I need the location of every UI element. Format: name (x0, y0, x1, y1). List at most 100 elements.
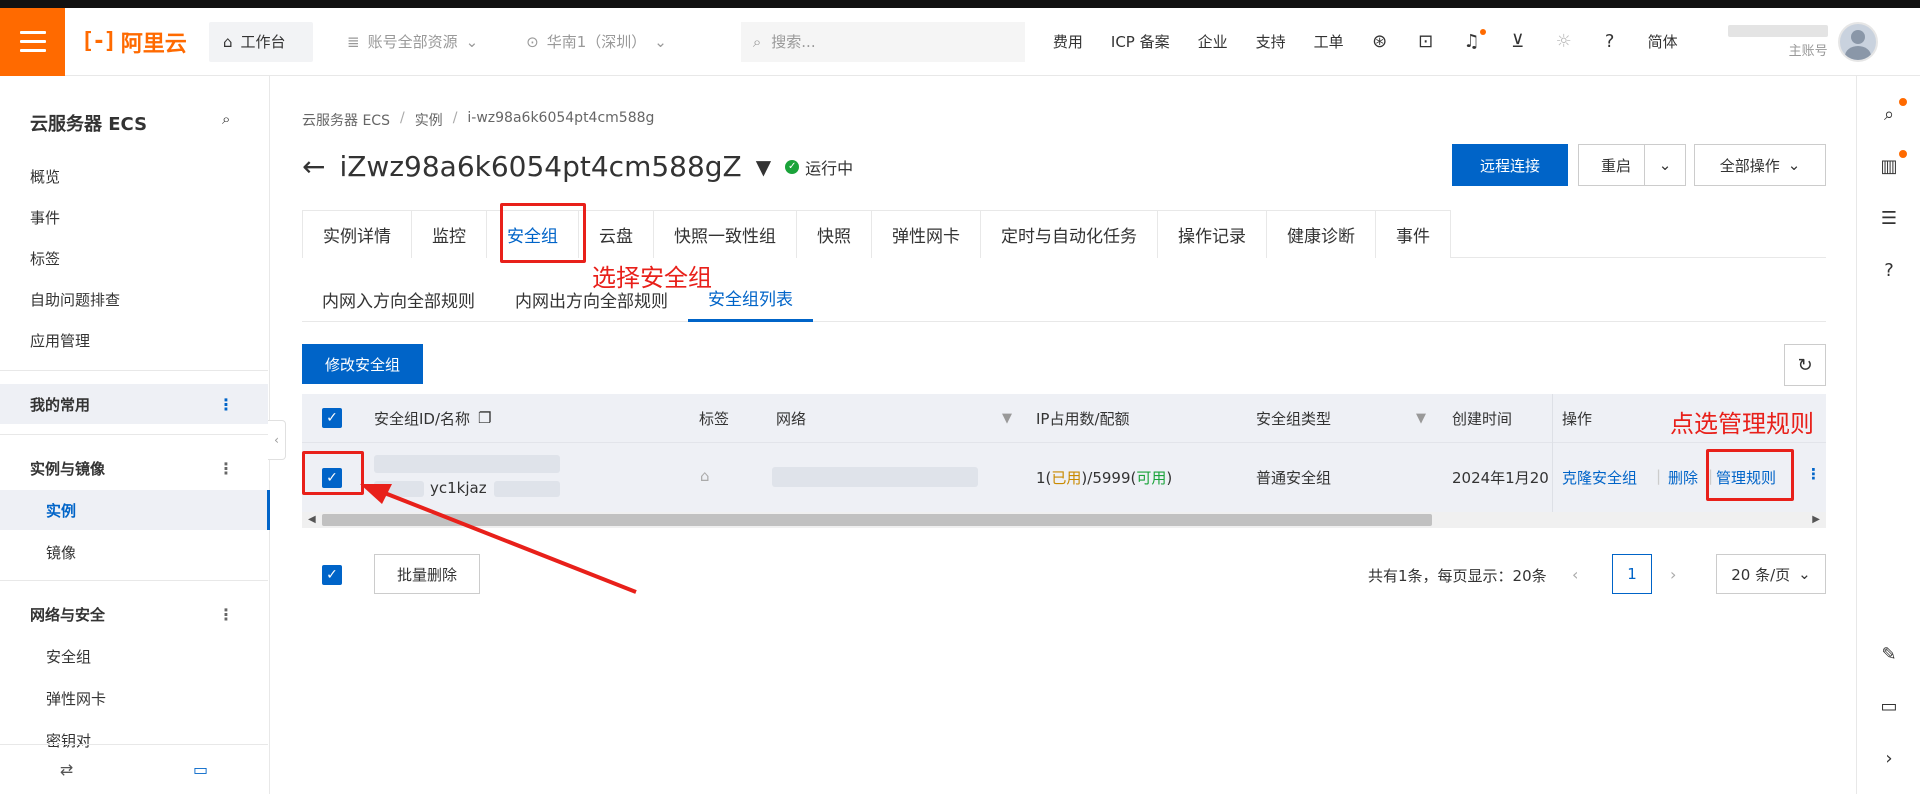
current-page-button[interactable]: 1 (1612, 554, 1652, 594)
modify-security-group-button[interactable]: 修改安全组 (302, 344, 423, 384)
link-support[interactable]: 支持 (1256, 31, 1286, 52)
terminal-icon[interactable]: ⊡ (1416, 31, 1436, 52)
workbench-button[interactable]: ⌂ 工作台 (209, 21, 313, 62)
sidebar-collapse-handle[interactable]: ‹ (268, 420, 286, 460)
filter-icon[interactable]: ▼ (1416, 411, 1426, 426)
bell-icon[interactable]: ♫ (1462, 29, 1486, 52)
help-icon[interactable]: ? (1600, 31, 1620, 52)
edit-icon[interactable]: ✎ (1877, 642, 1901, 666)
help-icon[interactable]: ? (1877, 258, 1901, 282)
footer-select-all-checkbox[interactable]: ✓ (322, 565, 342, 585)
filter-icon[interactable]: ▼ (1002, 411, 1012, 426)
book-icon[interactable]: ▥ (1877, 150, 1907, 178)
sidebar-search-icon[interactable]: ⌕ (222, 110, 230, 128)
chevron-right-icon[interactable]: › (1877, 746, 1901, 770)
tag-icon[interactable]: ⌂ (700, 467, 710, 485)
page-size-select[interactable]: 20 条/页 ⌄ (1716, 554, 1826, 594)
horizontal-scrollbar[interactable]: ◀ ▶ (302, 512, 1826, 528)
sidebar-item-app-management[interactable]: 应用管理 (30, 330, 90, 351)
account-type: 主账号 (1788, 43, 1828, 59)
sidebar-item-events[interactable]: 事件 (30, 207, 60, 228)
annotation-box-manage-rules (1706, 449, 1794, 501)
caret-down-icon[interactable]: ▼ (756, 155, 771, 179)
header-sg-type: 安全组类型 (1256, 409, 1332, 428)
search-icon[interactable]: ⌕ (1877, 98, 1907, 126)
check-icon: ✓ (785, 159, 800, 174)
prev-page-icon[interactable]: ‹ (1572, 565, 1578, 584)
feedback-icon[interactable]: ▭ (193, 760, 208, 779)
scroll-left-icon[interactable]: ◀ (308, 512, 316, 528)
tab-health-diagnosis[interactable]: 健康诊断 (1266, 210, 1376, 258)
tab-operation-log[interactable]: 操作记录 (1157, 210, 1267, 258)
tab-snapshots[interactable]: 快照 (796, 210, 872, 258)
account-name-redacted (1727, 24, 1828, 37)
network-redacted (772, 467, 978, 487)
menu-icon[interactable] (0, 7, 65, 76)
sg-name-partial[interactable]: yc1kjaz (430, 479, 487, 497)
avatar[interactable] (1837, 21, 1878, 62)
all-operations-dropdown[interactable]: 全部操作 ⌄ (1694, 144, 1826, 186)
logo-text: 阿里云 (120, 31, 187, 57)
sidebar-item-security-groups[interactable]: 安全组 (46, 646, 91, 667)
notification-dot (1479, 29, 1486, 35)
refresh-icon[interactable]: ↻ (1784, 344, 1826, 386)
next-page-icon[interactable]: › (1670, 565, 1676, 584)
global-search-input[interactable]: ⌕ 搜索... (740, 21, 1025, 62)
batch-delete-button[interactable]: 批量删除 (374, 554, 480, 594)
subtab-bar: 内网入方向全部规则 内网出方向全部规则 安全组列表 (302, 276, 1826, 322)
remote-connect-button[interactable]: 远程连接 (1452, 144, 1568, 186)
account-scope-select[interactable]: ≣ 账号全部资源 ⌄ (333, 22, 492, 62)
select-all-checkbox[interactable]: ✓ (322, 408, 342, 428)
link-icp[interactable]: ICP 备案 (1111, 31, 1170, 52)
list-icon[interactable]: ☰ (1877, 206, 1901, 230)
tab-monitor[interactable]: 监控 (411, 210, 487, 258)
link-ticket[interactable]: 工单 (1314, 31, 1344, 52)
chevron-down-icon: ⌄ (1787, 156, 1801, 174)
more-icon[interactable]: ⋮ (218, 459, 234, 478)
restart-more-dropdown[interactable]: ⌄ (1644, 144, 1686, 186)
tab-snapshot-consistency[interactable]: 快照一致性组 (653, 210, 797, 258)
sg-name-redacted (374, 481, 424, 497)
restart-button[interactable]: 重启 (1578, 144, 1654, 186)
link-billing[interactable]: 费用 (1053, 31, 1083, 52)
sidebar-group-network[interactable]: 网络与安全 ⋮ (0, 594, 268, 634)
tab-details[interactable]: 实例详情 (302, 210, 412, 258)
sidebar-item-overview[interactable]: 概览 (30, 166, 60, 187)
tab-events[interactable]: 事件 (1375, 210, 1451, 258)
stack-icon: ≣ (347, 32, 360, 51)
region-select[interactable]: ⊙ 华南1（深圳） ⌄ (512, 22, 681, 62)
sidebar-item-eni[interactable]: 弹性网卡 (46, 688, 106, 709)
tab-scheduled-tasks[interactable]: 定时与自动化任务 (980, 210, 1158, 258)
more-icon[interactable]: ⋮ (218, 395, 234, 414)
app-icon[interactable]: ⊛ (1370, 31, 1390, 52)
top-bar: [-] 阿里云 ⌂ 工作台 ≣ 账号全部资源 ⌄ ⊙ 华南1（深圳） ⌄ ⌕ 搜… (0, 7, 1920, 76)
lightbulb-icon[interactable]: ☼ (1554, 31, 1574, 52)
tab-eni[interactable]: 弹性网卡 (871, 210, 981, 258)
switch-icon[interactable]: ⇄ (60, 760, 73, 779)
sidebar-group-instances[interactable]: 实例与镜像 ⋮ (0, 448, 268, 488)
breadcrumb-instances[interactable]: 实例 (415, 110, 443, 130)
sidebar-item-images[interactable]: 镜像 (46, 542, 76, 563)
chevron-down-icon: ⌄ (654, 32, 667, 51)
subtab-inbound-rules[interactable]: 内网入方向全部规则 (302, 276, 495, 322)
tab-disks[interactable]: 云盘 (578, 210, 654, 258)
home-icon: ⌂ (223, 32, 233, 51)
copy-icon[interactable]: ❐ (478, 409, 491, 427)
back-arrow-icon[interactable]: ← (302, 150, 325, 183)
scroll-right-icon[interactable]: ▶ (1812, 512, 1820, 528)
sidebar-group-favorites[interactable]: 我的常用 ⋮ (0, 384, 268, 424)
breadcrumb-ecs[interactable]: 云服务器 ECS (302, 110, 390, 130)
cart-icon[interactable]: ⊻ (1508, 31, 1528, 52)
sidebar-footer: ⇄ ▭ (0, 744, 268, 794)
link-enterprise[interactable]: 企业 (1198, 31, 1228, 52)
aliyun-logo[interactable]: [-] 阿里云 (81, 26, 201, 58)
sidebar-item-tags[interactable]: 标签 (30, 248, 60, 269)
account-menu[interactable]: 主账号 (1718, 21, 1878, 62)
account-scope-label: 账号全部资源 (367, 33, 458, 51)
sidebar-item-troubleshoot[interactable]: 自助问题排查 (30, 289, 120, 310)
language-switch[interactable]: 简体 (1648, 31, 1678, 52)
message-icon[interactable]: ▭ (1877, 694, 1901, 718)
scroll-thumb[interactable] (322, 514, 1432, 526)
more-icon[interactable]: ⋮ (218, 605, 234, 624)
sidebar-item-instances[interactable]: 实例 (0, 490, 270, 530)
